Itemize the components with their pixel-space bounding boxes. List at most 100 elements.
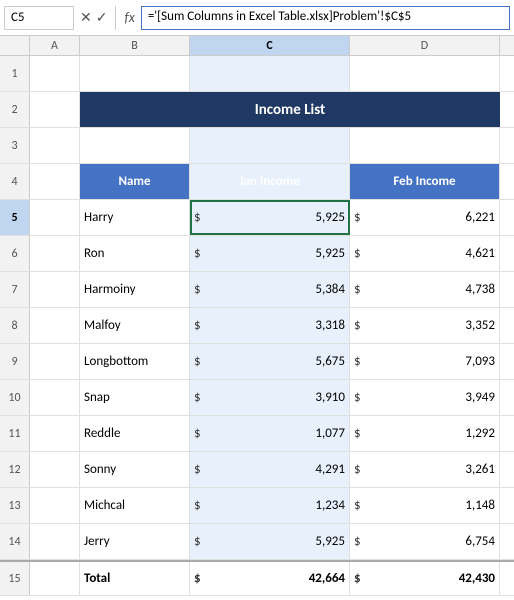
grid-row-11: 11 Reddle $1,077 $1,292 [0, 416, 514, 452]
grid-row-15: 15 Total $42,664 $42,430 [0, 560, 514, 596]
cell-a11[interactable] [30, 416, 80, 451]
cell-d8[interactable]: $3,352 [350, 308, 500, 343]
cell-c7[interactable]: $5,384 [190, 272, 350, 307]
cell-d15-total[interactable]: $42,430 [350, 562, 500, 595]
row-num-11: 11 [0, 416, 30, 451]
row-num-2: 2 [0, 92, 30, 127]
cell-b3[interactable] [80, 128, 190, 163]
cell-c12[interactable]: $4,291 [190, 452, 350, 487]
cell-c13[interactable]: $1,234 [190, 488, 350, 523]
confirm-icon[interactable]: ✓ [96, 9, 108, 26]
formula-divider [115, 6, 116, 30]
cell-c9[interactable]: $5,675 [190, 344, 350, 379]
dollar-sign: $ [354, 210, 365, 225]
row-num-4: 4 [0, 164, 30, 199]
cell-reference-box[interactable]: C5 [4, 6, 74, 30]
cell-a2[interactable] [30, 92, 80, 127]
dollar-sign: $ [194, 210, 205, 225]
cell-b7[interactable]: Harmoiny [80, 272, 190, 307]
grid-row-3: 3 [0, 128, 514, 164]
cell-b12[interactable]: Sonny [80, 452, 190, 487]
cell-a8[interactable] [30, 308, 80, 343]
grid-row-13: 13 Michcal $1,234 $1,148 [0, 488, 514, 524]
grid-row-12: 12 Sonny $4,291 $3,261 [0, 452, 514, 488]
cell-b4-name-header[interactable]: Name [80, 164, 190, 199]
grid-row-4: 4 Name Jan Income Feb Income [0, 164, 514, 200]
cell-c15-total[interactable]: $42,664 [190, 562, 350, 595]
col-header-c[interactable]: C [190, 36, 350, 55]
cell-b6[interactable]: Ron [80, 236, 190, 271]
cell-d12[interactable]: $3,261 [350, 452, 500, 487]
cell-b10[interactable]: Snap [80, 380, 190, 415]
cell-b13[interactable]: Michcal [80, 488, 190, 523]
cell-d3[interactable] [350, 128, 500, 163]
grid-row-5: 5 Harry $ 5,925 $ 6,221 [0, 200, 514, 236]
row-num-13: 13 [0, 488, 30, 523]
grid-row-14: 14 Jerry $5,925 $6,754 [0, 524, 514, 560]
cell-a10[interactable] [30, 380, 80, 415]
row-num-9: 9 [0, 344, 30, 379]
cell-a5[interactable] [30, 200, 80, 235]
row-num-5: 5 [0, 200, 30, 235]
cell-a15[interactable] [30, 562, 80, 595]
cell-c11[interactable]: $1,077 [190, 416, 350, 451]
row-num-6: 6 [0, 236, 30, 271]
fx-label: fx [120, 9, 138, 26]
cell-c3[interactable] [190, 128, 350, 163]
row-num-10: 10 [0, 380, 30, 415]
cell-a14[interactable] [30, 524, 80, 559]
formula-bar: C5 ✕ ✓ fx ='[Sum Columns in Excel Table.… [0, 0, 514, 36]
col-header-b[interactable]: B [80, 36, 190, 55]
cell-c5-harry-jan[interactable]: $ 5,925 [190, 200, 350, 235]
cell-d4-feb-header[interactable]: Feb Income [350, 164, 500, 199]
corner-cell [0, 36, 30, 55]
cell-ref-label: C5 [11, 10, 25, 25]
cell-c14[interactable]: $5,925 [190, 524, 350, 559]
cell-d7[interactable]: $4,738 [350, 272, 500, 307]
cell-d1[interactable] [350, 56, 500, 91]
column-headers-row: A B C D [0, 36, 514, 56]
grid-row-2: 2 Income List [0, 92, 514, 128]
cell-a12[interactable] [30, 452, 80, 487]
cancel-icon[interactable]: ✕ [80, 9, 92, 26]
cell-b11[interactable]: Reddle [80, 416, 190, 451]
cell-d11[interactable]: $1,292 [350, 416, 500, 451]
cell-a1[interactable] [30, 56, 80, 91]
grid-row-8: 8 Malfoy $3,318 $3,352 [0, 308, 514, 344]
cell-d10[interactable]: $3,949 [350, 380, 500, 415]
cell-b1[interactable] [80, 56, 190, 91]
cell-d5-harry-feb[interactable]: $ 6,221 [350, 200, 500, 235]
cell-c6[interactable]: $5,925 [190, 236, 350, 271]
formula-value: ='[Sum Columns in Excel Table.xlsx]Probl… [148, 9, 411, 24]
cell-b5-harry[interactable]: Harry [80, 200, 190, 235]
row-num-12: 12 [0, 452, 30, 487]
row-num-15: 15 [0, 562, 30, 595]
cell-a3[interactable] [30, 128, 80, 163]
cell-a13[interactable] [30, 488, 80, 523]
cell-b15-total[interactable]: Total [80, 562, 190, 595]
row-num-3: 3 [0, 128, 30, 163]
cell-d9[interactable]: $7,093 [350, 344, 500, 379]
cell-c8[interactable]: $3,318 [190, 308, 350, 343]
formula-input[interactable]: ='[Sum Columns in Excel Table.xlsx]Probl… [141, 6, 510, 30]
formula-icons: ✕ ✓ [76, 9, 111, 26]
cell-a6[interactable] [30, 236, 80, 271]
cell-a7[interactable] [30, 272, 80, 307]
row-num-14: 14 [0, 524, 30, 559]
cell-b8[interactable]: Malfoy [80, 308, 190, 343]
cell-b14[interactable]: Jerry [80, 524, 190, 559]
cell-d13[interactable]: $1,148 [350, 488, 500, 523]
col-header-d[interactable]: D [350, 36, 500, 55]
col-header-a[interactable]: A [30, 36, 80, 55]
cell-c1[interactable] [190, 56, 350, 91]
cell-a4[interactable] [30, 164, 80, 199]
grid-row-1: 1 [0, 56, 514, 92]
cell-b9[interactable]: Longbottom [80, 344, 190, 379]
row-num-7: 7 [0, 272, 30, 307]
grid-row-6: 6 Ron $5,925 $4,621 [0, 236, 514, 272]
cell-d6[interactable]: $4,621 [350, 236, 500, 271]
cell-a9[interactable] [30, 344, 80, 379]
cell-c4-jan-header[interactable]: Jan Income [190, 164, 350, 199]
cell-c10[interactable]: $3,910 [190, 380, 350, 415]
cell-d14[interactable]: $6,754 [350, 524, 500, 559]
